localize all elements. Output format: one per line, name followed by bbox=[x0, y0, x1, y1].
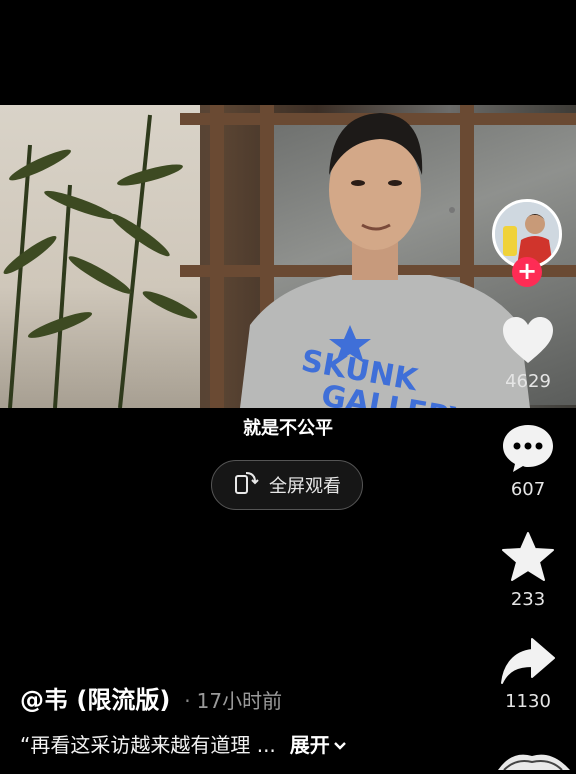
favorite-count: 233 bbox=[510, 589, 546, 610]
window-frame bbox=[210, 105, 224, 408]
like-button[interactable]: 4629 bbox=[486, 315, 570, 392]
post-time: 17小时前 bbox=[196, 689, 283, 713]
star-icon[interactable] bbox=[501, 532, 555, 587]
rotate-screen-icon bbox=[233, 470, 259, 500]
bamboo-plant bbox=[3, 114, 198, 408]
author-name[interactable]: @韦 (限流版) bbox=[20, 680, 170, 715]
fullscreen-label: 全屏观看 bbox=[269, 476, 341, 497]
comment-button[interactable]: 607 bbox=[486, 423, 570, 500]
comment-icon[interactable] bbox=[501, 425, 555, 477]
like-count: 4629 bbox=[505, 371, 551, 392]
follow-button[interactable]: + bbox=[512, 257, 542, 287]
heart-icon[interactable] bbox=[501, 317, 555, 369]
favorite-button[interactable]: 233 bbox=[486, 531, 570, 610]
author-avatar-button[interactable]: + bbox=[488, 195, 568, 287]
share-button[interactable]: 1130 bbox=[486, 637, 570, 712]
post-meta: @韦 (限流版) · 17小时前 “再看这采访越来越有道理 ... 展开 bbox=[20, 680, 480, 758]
fullscreen-button[interactable]: 全屏观看 bbox=[211, 460, 363, 510]
chevron-down-icon bbox=[333, 732, 347, 756]
share-count: 1130 bbox=[505, 691, 551, 712]
comment-count: 607 bbox=[510, 479, 546, 500]
expand-button[interactable]: 展开 bbox=[290, 729, 347, 758]
expand-label: 展开 bbox=[289, 733, 330, 757]
meta-separator: · bbox=[184, 689, 191, 713]
caption-line: “再看这采访越来越有道理 ... 展开 bbox=[20, 729, 480, 758]
author-line: @韦 (限流版) · 17小时前 bbox=[20, 680, 480, 715]
music-disc[interactable] bbox=[492, 746, 576, 771]
share-icon[interactable] bbox=[500, 638, 556, 689]
post-caption: “再看这采访越来越有道理 ... bbox=[20, 733, 276, 757]
